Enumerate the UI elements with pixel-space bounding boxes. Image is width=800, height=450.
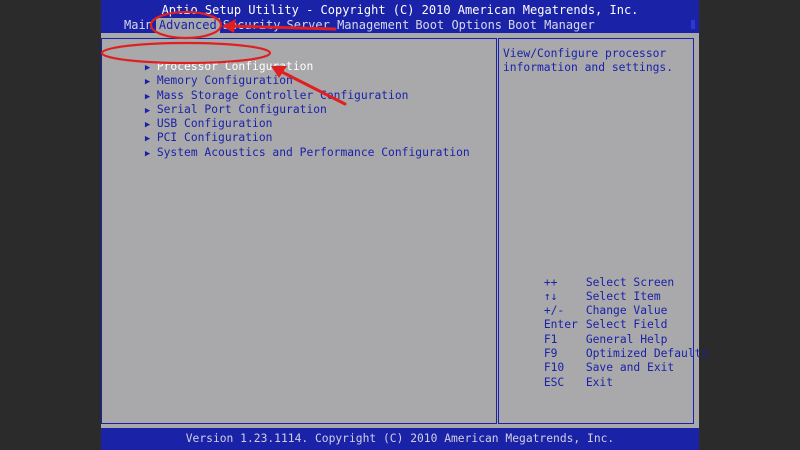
tab-boot-manager[interactable]: Boot Manager bbox=[505, 18, 598, 33]
key-help-row: ↑↓ Select Item bbox=[503, 276, 661, 303]
tab-advanced[interactable]: Advanced bbox=[155, 18, 220, 33]
key-help-row: F10 Save and Exit bbox=[503, 347, 674, 374]
key-action: Exit bbox=[585, 376, 614, 389]
tab-main[interactable]: Main bbox=[121, 18, 156, 33]
menu-item-mass-storage-controller-configuration[interactable]: ▶ Mass Storage Controller Configuration bbox=[104, 75, 409, 102]
app-title: Aptio Setup Utility - Copyright (C) 2010… bbox=[161, 3, 639, 17]
menu-item-label: System Acoustics and Performance Configu… bbox=[156, 146, 470, 159]
menu-item-usb-configuration[interactable]: ▶ USB Configuration bbox=[104, 103, 273, 130]
scroll-indicator bbox=[691, 20, 695, 29]
menu-item-system-acoustics-configuration[interactable]: ▶ System Acoustics and Performance Config… bbox=[104, 132, 470, 159]
help-pane: View/Configure processor information and… bbox=[498, 38, 708, 424]
menu-tabs: Main Advanced Security Server Management… bbox=[121, 18, 598, 33]
main-menu-pane: ▶ Processor Configuration ▶ Memory Configu… bbox=[101, 38, 497, 424]
help-description: View/Configure processor information and… bbox=[503, 47, 674, 74]
title-bar: Aptio Setup Utility - Copyright (C) 2010… bbox=[101, 0, 699, 33]
menu-item-memory-configuration[interactable]: ▶ Memory Configuration bbox=[104, 60, 293, 87]
key-help-row: Enter Select Field bbox=[503, 304, 668, 331]
menu-item-pci-configuration[interactable]: ▶ PCI Configuration bbox=[104, 117, 273, 144]
tab-boot-options[interactable]: Boot Options bbox=[412, 18, 505, 33]
key-help-row: ESC Exit bbox=[503, 362, 613, 389]
key-help-row: F9 Optimized Defaults bbox=[503, 333, 708, 360]
tab-security[interactable]: Security bbox=[220, 18, 284, 33]
key-help-row: +/- Change Value bbox=[503, 290, 668, 317]
key-label: ESC bbox=[543, 376, 565, 389]
version-text: Version 1.23.1114. Copyright (C) 2010 Am… bbox=[185, 432, 615, 445]
footer-bar: Version 1.23.1114. Copyright (C) 2010 Am… bbox=[101, 428, 699, 450]
tab-server-management[interactable]: Server Management bbox=[284, 18, 413, 33]
menu-item-serial-port-configuration[interactable]: ▶ Serial Port Configuration bbox=[104, 89, 327, 116]
menu-item-processor-configuration[interactable]: ▶ Processor Configuration bbox=[104, 46, 313, 73]
bios-screen: Aptio Setup Utility - Copyright (C) 2010… bbox=[101, 0, 708, 450]
key-help-row: F1 General Help bbox=[503, 319, 668, 346]
right-triangle-icon: ▶ bbox=[144, 149, 151, 159]
key-help-row: ++ Select Screen bbox=[503, 262, 674, 289]
